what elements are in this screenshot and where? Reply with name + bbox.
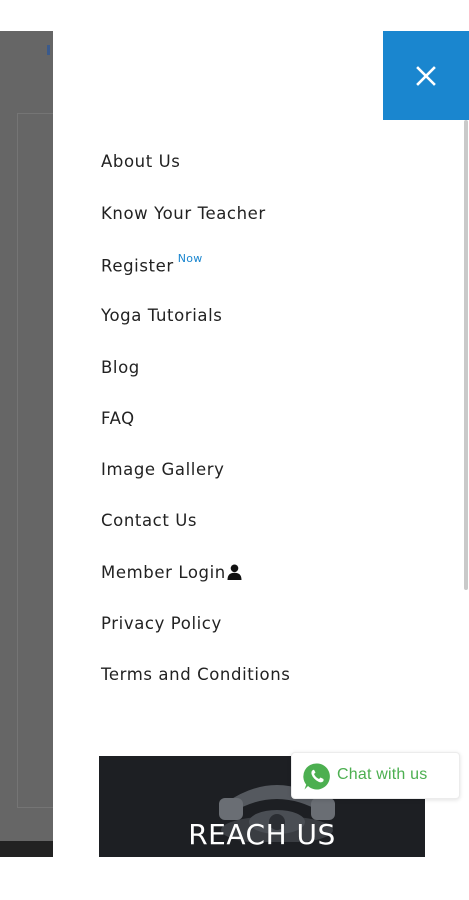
menu-item-know-your-teacher[interactable]: Know Your Teacher: [101, 204, 266, 223]
menu-scrollbar[interactable]: [464, 120, 468, 590]
menu-item-faq[interactable]: FAQ: [101, 409, 135, 428]
whatsapp-icon: [303, 763, 330, 790]
background-footer: [0, 841, 53, 857]
menu-item-about-us[interactable]: About Us: [101, 152, 181, 171]
background-content: [17, 113, 53, 808]
menu-item-contact-us[interactable]: Contact Us: [101, 511, 197, 530]
chat-label: Chat with us: [337, 766, 428, 783]
close-icon: [416, 66, 436, 86]
menu-item-privacy-policy[interactable]: Privacy Policy: [101, 614, 222, 633]
background-link: [47, 45, 50, 55]
menu-item-yoga-tutorials[interactable]: Yoga Tutorials: [101, 306, 222, 325]
menu-item-terms-and-conditions[interactable]: Terms and Conditions: [101, 665, 290, 684]
menu-item-blog[interactable]: Blog: [101, 358, 140, 377]
menu-item-member-login[interactable]: Member Login: [101, 563, 242, 584]
user-icon: [227, 564, 242, 584]
menu-item-register[interactable]: Register Now: [101, 252, 203, 276]
register-now-badge: Now: [177, 252, 203, 265]
menu-item-image-gallery[interactable]: Image Gallery: [101, 460, 225, 479]
reach-us-title: REACH US: [188, 818, 336, 851]
page-overlay[interactable]: [0, 31, 53, 857]
whatsapp-chat-button[interactable]: Chat with us: [291, 752, 460, 799]
close-menu-button[interactable]: [383, 31, 469, 120]
